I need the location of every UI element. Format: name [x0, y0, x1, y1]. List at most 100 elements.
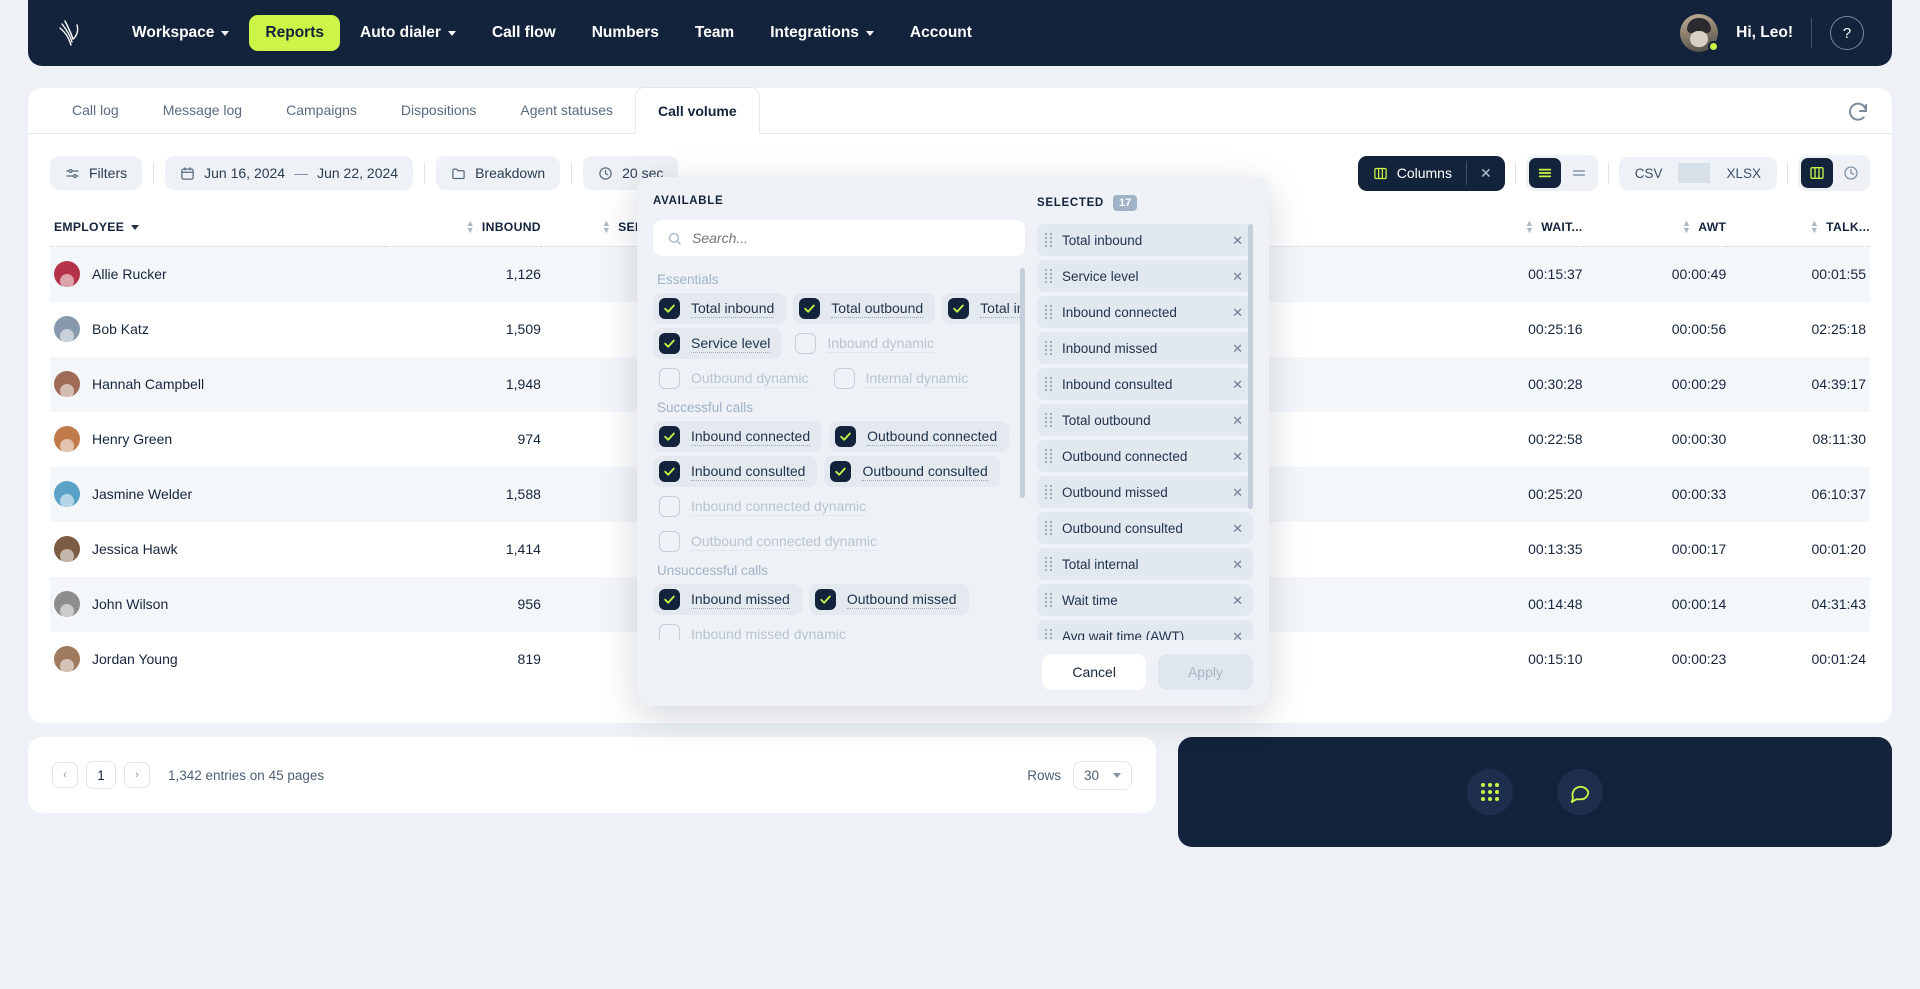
chart-view-icon[interactable] [1835, 158, 1867, 188]
table-view-icon[interactable] [1801, 158, 1833, 188]
selected-column-item[interactable]: Wait time ✕ [1037, 584, 1253, 616]
tab-call-log[interactable]: Call log [50, 87, 141, 133]
rows-per-page-select[interactable]: 30 [1072, 760, 1132, 790]
remove-column-icon[interactable]: ✕ [1232, 378, 1243, 391]
column-header-employee[interactable]: EMPLOYEE [50, 206, 386, 247]
column-option-total-internal[interactable]: Total internal [942, 293, 1025, 324]
column-option-inbound-connected[interactable]: Inbound connected [653, 421, 823, 452]
apply-button[interactable]: Apply [1157, 654, 1253, 690]
selected-column-item[interactable]: Inbound missed ✕ [1037, 332, 1253, 364]
remove-column-icon[interactable]: ✕ [1232, 234, 1243, 247]
nav-item-auto-dialer[interactable]: Auto dialer [344, 15, 472, 51]
option-label: Outbound connected [867, 427, 998, 446]
nav-item-workspace[interactable]: Workspace [116, 15, 245, 51]
prev-page-button[interactable]: ‹ [52, 762, 78, 788]
export-xlsx-button[interactable]: XLSX [1710, 157, 1777, 190]
selected-column-item[interactable]: Inbound consulted ✕ [1037, 368, 1253, 400]
drag-handle-icon[interactable] [1045, 593, 1052, 607]
column-header-awt[interactable]: ▲ ▼ AWT [1582, 206, 1727, 247]
column-option-total-outbound[interactable]: Total outbound [793, 293, 936, 324]
selected-column-item[interactable]: Total inbound ✕ [1037, 224, 1253, 256]
selected-column-item[interactable]: Outbound connected ✕ [1037, 440, 1253, 472]
tab-call-volume[interactable]: Call volume [635, 87, 760, 134]
cancel-button[interactable]: Cancel [1042, 654, 1146, 690]
column-option-inbound-missed[interactable]: Inbound missed [653, 584, 802, 615]
remove-column-icon[interactable]: ✕ [1232, 342, 1243, 355]
tab-dispositions[interactable]: Dispositions [379, 87, 498, 133]
cell-inbound: 1,948 [505, 376, 541, 392]
drag-handle-icon[interactable] [1045, 341, 1052, 355]
selected-column-item[interactable]: Inbound connected ✕ [1037, 296, 1253, 328]
search-input[interactable] [692, 230, 1011, 246]
selected-column-item[interactable]: Total internal ✕ [1037, 548, 1253, 580]
drag-handle-icon[interactable] [1045, 305, 1052, 319]
column-header-inbound[interactable]: ▲ ▼ INBOUND [385, 206, 541, 247]
selected-column-item[interactable]: Outbound consulted ✕ [1037, 512, 1253, 544]
column-option-service-level[interactable]: Service level [653, 328, 783, 359]
available-scrollbar[interactable] [1020, 268, 1025, 498]
selected-column-item[interactable]: Avg wait time (AWT) ✕ [1037, 620, 1253, 640]
drag-handle-icon[interactable] [1045, 449, 1052, 463]
selected-column-item[interactable]: Total outbound ✕ [1037, 404, 1253, 436]
date-range-picker[interactable]: Jun 16, 2024 — Jun 22, 2024 [165, 156, 414, 190]
tab-campaigns[interactable]: Campaigns [264, 87, 379, 133]
wing-logo-icon[interactable] [50, 11, 94, 55]
page-number-input[interactable]: 1 [86, 761, 116, 789]
remove-column-icon[interactable]: ✕ [1232, 414, 1243, 427]
toolbar-divider [1607, 162, 1609, 184]
refresh-icon[interactable] [1846, 100, 1870, 124]
drag-handle-icon[interactable] [1045, 521, 1052, 535]
drag-handle-icon[interactable] [1045, 413, 1052, 427]
remove-column-icon[interactable]: ✕ [1232, 522, 1243, 535]
remove-column-icon[interactable]: ✕ [1232, 558, 1243, 571]
selected-column-item[interactable]: Service level ✕ [1037, 260, 1253, 292]
nav-item-numbers[interactable]: Numbers [576, 15, 675, 51]
view-mode-comfortable[interactable] [1528, 158, 1561, 188]
drag-handle-icon[interactable] [1045, 233, 1052, 247]
search-box[interactable] [653, 220, 1025, 256]
drag-handle-icon[interactable] [1045, 557, 1052, 571]
remove-column-icon[interactable]: ✕ [1232, 270, 1243, 283]
help-icon[interactable]: ? [1830, 16, 1864, 50]
columns-close-icon[interactable]: ✕ [1467, 156, 1505, 191]
filters-button[interactable]: Filters [50, 156, 143, 190]
nav-label: Auto dialer [360, 24, 441, 41]
selected-column-item[interactable]: Outbound missed ✕ [1037, 476, 1253, 508]
export-csv-button[interactable]: CSV [1619, 157, 1679, 190]
remove-column-icon[interactable]: ✕ [1232, 630, 1243, 641]
remove-column-icon[interactable]: ✕ [1232, 306, 1243, 319]
next-page-button[interactable]: › [124, 762, 150, 788]
tab-message-log[interactable]: Message log [141, 87, 264, 133]
column-option-outbound-consulted[interactable]: Outbound consulted [824, 456, 1000, 487]
column-option-outbound-missed[interactable]: Outbound missed [808, 584, 969, 615]
chat-button[interactable] [1557, 769, 1603, 815]
option-label: Inbound missed [691, 590, 790, 609]
column-option-total-inbound[interactable]: Total inbound [653, 293, 787, 324]
drag-handle-icon[interactable] [1045, 629, 1052, 640]
tab-agent-statuses[interactable]: Agent statuses [498, 87, 635, 133]
remove-column-icon[interactable]: ✕ [1232, 486, 1243, 499]
columns-button-main[interactable]: Columns [1358, 156, 1466, 190]
remove-column-icon[interactable]: ✕ [1232, 594, 1243, 607]
column-option-inbound-missed-dynamic: Inbound missed dynamic [653, 619, 858, 640]
nav-item-integrations[interactable]: Integrations [754, 15, 890, 51]
nav-label: Reports [265, 24, 324, 41]
avatar[interactable] [1680, 14, 1720, 52]
selected-scrollbar[interactable] [1248, 224, 1253, 509]
nav-item-reports[interactable]: Reports [249, 15, 340, 51]
drag-handle-icon[interactable] [1045, 485, 1052, 499]
column-option-inbound-consulted[interactable]: Inbound consulted [653, 456, 818, 487]
column-header-talk-time[interactable]: ▲ ▼ TALK... [1726, 206, 1870, 247]
columns-button[interactable]: Columns ✕ [1357, 155, 1505, 191]
nav-item-team[interactable]: Team [679, 15, 750, 51]
view-mode-compact[interactable] [1563, 158, 1595, 188]
nav-item-call-flow[interactable]: Call flow [476, 15, 572, 51]
breakdown-button[interactable]: Breakdown [436, 156, 561, 190]
nav-item-account[interactable]: Account [894, 15, 988, 51]
column-option-outbound-connected[interactable]: Outbound connected [829, 421, 1010, 452]
drag-handle-icon[interactable] [1045, 269, 1052, 283]
cell-employee: Jasmine Welder [50, 467, 385, 522]
drag-handle-icon[interactable] [1045, 377, 1052, 391]
dialpad-button[interactable] [1467, 769, 1513, 815]
remove-column-icon[interactable]: ✕ [1232, 450, 1243, 463]
